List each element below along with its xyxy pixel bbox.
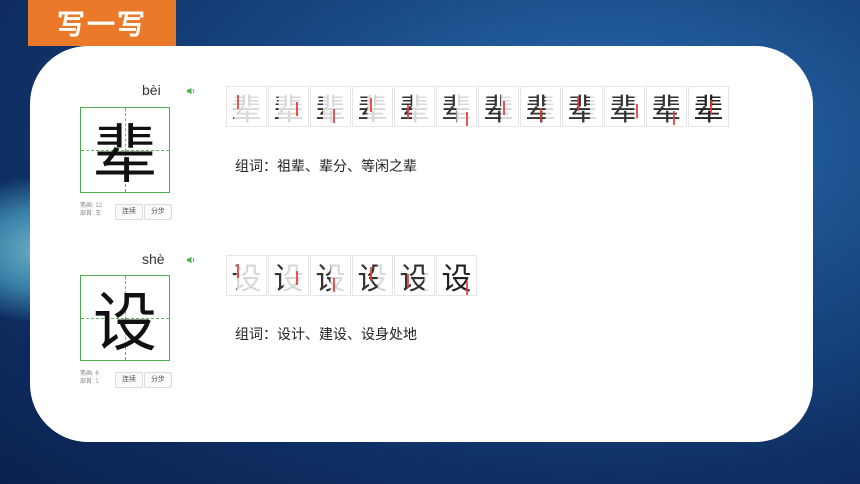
current-stroke-highlight	[710, 100, 712, 114]
stroke-step-cell: 设设	[436, 255, 477, 297]
word-examples: 组词：设计、建设、设身处地	[235, 327, 417, 343]
continuous-button[interactable]: 连续	[115, 372, 143, 388]
current-stroke-highlight	[577, 97, 579, 111]
stroke-step-cell: 辈辈	[604, 86, 645, 128]
current-stroke-highlight	[296, 102, 298, 116]
radical: 部首: 讠	[80, 379, 102, 385]
stroke-step-cell: 辈辈	[688, 86, 729, 128]
stroke-step-cell: 辈辈	[646, 86, 687, 128]
character-display: 辈	[80, 107, 170, 193]
stroke-step-cell: 辈辈	[436, 86, 477, 128]
step-button[interactable]: 分步	[144, 204, 172, 220]
current-stroke-highlight	[466, 112, 468, 126]
character-glyph: 辈	[93, 119, 157, 193]
word-examples: 组词：祖辈、辈分、等闲之辈	[235, 159, 417, 175]
character-meta: 笔画: 6 部首: 讠	[80, 370, 101, 386]
stroke-step-cell: 辈辈	[226, 86, 267, 128]
current-stroke-highlight	[370, 267, 372, 281]
stroke-step-ghost: 辈	[231, 92, 262, 128]
stroke-order-strip: 设设设设设设设设设设设设	[226, 255, 478, 297]
current-stroke-highlight	[407, 105, 409, 119]
current-stroke-highlight	[296, 271, 298, 285]
character-display: 设	[80, 275, 170, 361]
stroke-step-glyph: 辈	[651, 92, 682, 128]
character-meta: 笔画: 12 部首: 车	[80, 202, 102, 218]
current-stroke-highlight	[636, 104, 638, 118]
continuous-button[interactable]: 连续	[115, 204, 143, 220]
stroke-step-glyph: 辈	[693, 92, 724, 128]
stroke-step-cell: 设设	[394, 255, 435, 297]
current-stroke-highlight	[407, 274, 409, 288]
stroke-count: 笔画: 6	[80, 371, 99, 377]
stroke-count: 笔画: 12	[80, 203, 103, 209]
speaker-icon[interactable]	[186, 86, 196, 96]
pinyin-label: shè	[142, 251, 165, 267]
stroke-step-cell: 辈辈	[268, 86, 309, 128]
current-stroke-highlight	[370, 98, 372, 112]
stroke-order-strip: 辈辈辈辈辈辈辈辈辈辈辈辈辈辈辈辈辈辈辈辈辈辈辈辈	[226, 86, 730, 128]
current-stroke-highlight	[333, 278, 335, 292]
pinyin-row: shè	[110, 251, 202, 271]
content-card: bèi 辈 笔画: 12 部首: 车 连续 分步 辈辈辈辈辈辈辈辈辈辈辈辈辈辈辈…	[30, 46, 813, 442]
current-stroke-highlight	[237, 264, 239, 278]
current-stroke-highlight	[540, 108, 542, 122]
current-stroke-highlight	[673, 111, 675, 125]
step-button[interactable]: 分步	[144, 372, 172, 388]
radical: 部首: 车	[80, 211, 102, 217]
stroke-step-cell: 设设	[310, 255, 351, 297]
stroke-step-cell: 辈辈	[478, 86, 519, 128]
stroke-step-cell: 设设	[352, 255, 393, 297]
current-stroke-highlight	[466, 281, 468, 295]
stroke-step-cell: 设设	[226, 255, 267, 297]
stroke-step-cell: 辈辈	[562, 86, 603, 128]
stroke-step-cell: 设设	[268, 255, 309, 297]
stroke-step-cell: 辈辈	[310, 86, 351, 128]
current-stroke-highlight	[503, 101, 505, 115]
character-glyph: 设	[93, 287, 157, 361]
pinyin-label: bèi	[142, 82, 161, 98]
pinyin-row: bèi	[110, 82, 202, 102]
current-stroke-highlight	[333, 109, 335, 123]
speaker-icon[interactable]	[186, 255, 196, 265]
stroke-step-cell: 辈辈	[520, 86, 561, 128]
stroke-step-cell: 辈辈	[394, 86, 435, 128]
section-title: 写一写	[28, 0, 176, 46]
stroke-step-cell: 辈辈	[352, 86, 393, 128]
current-stroke-highlight	[237, 95, 239, 109]
